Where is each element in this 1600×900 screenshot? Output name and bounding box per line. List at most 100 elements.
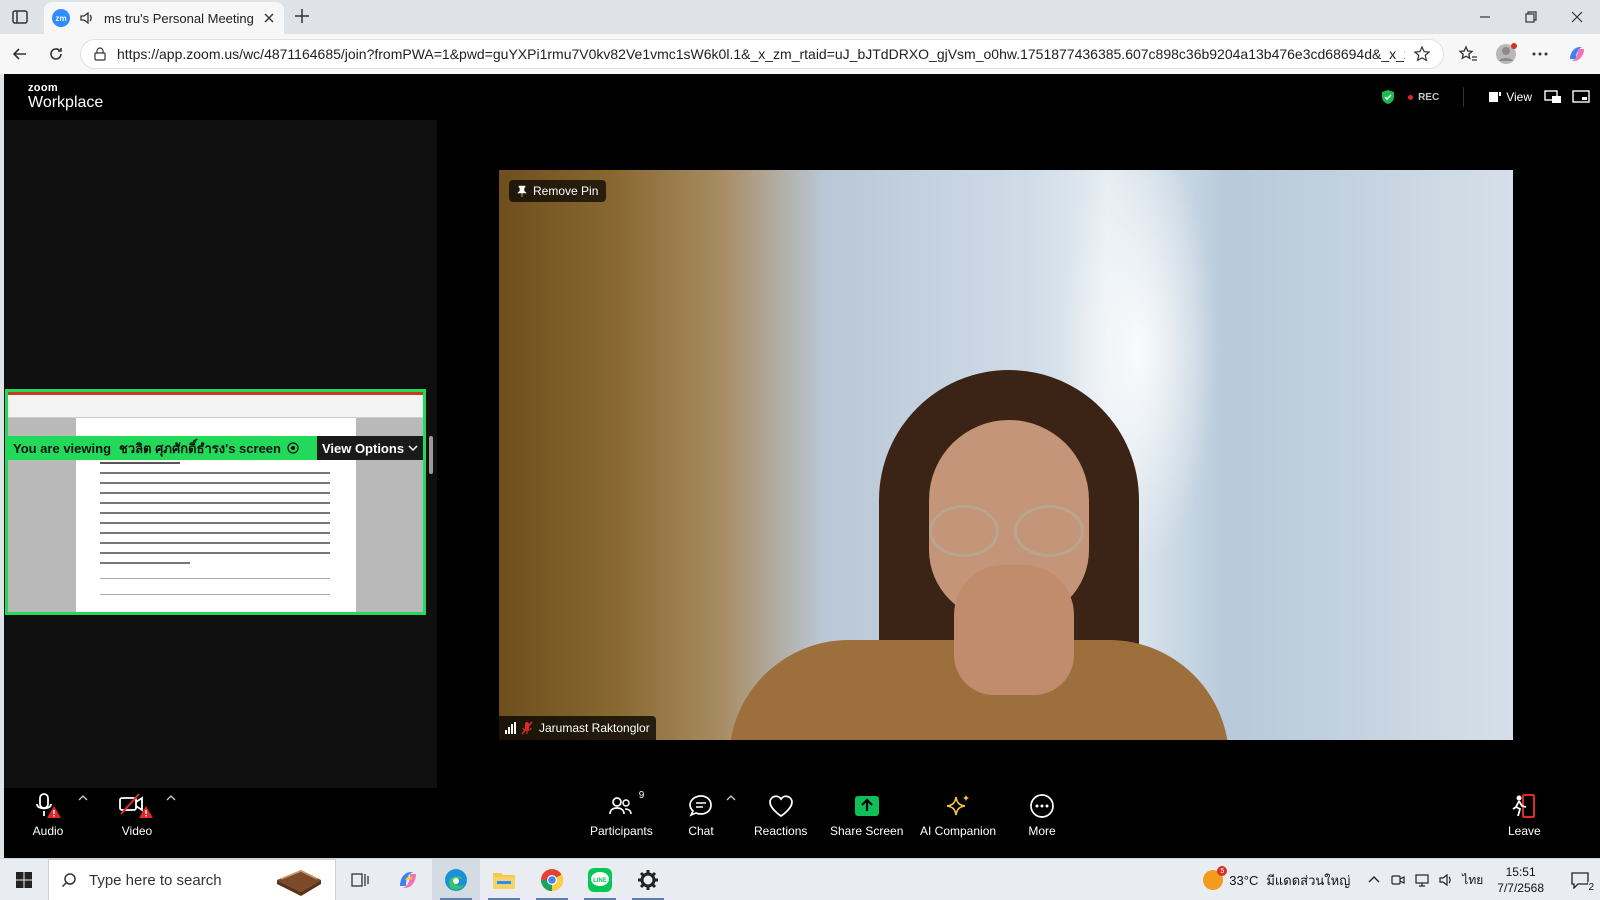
clock[interactable]: 15:51 7/7/2568	[1497, 864, 1544, 896]
pin-icon	[517, 185, 527, 197]
gallery-window-icon[interactable]	[1544, 89, 1562, 105]
network-icon[interactable]	[1414, 872, 1430, 888]
browser-toolbar: https://app.zoom.us/wc/4871164685/join?f…	[0, 34, 1600, 74]
edge-browser-icon	[445, 869, 467, 891]
audio-options-caret-icon[interactable]	[78, 794, 88, 802]
system-tray: 5 33°C มีแดดส่วนใหญ่ ไทย 15:51 7/7/2568 …	[1203, 859, 1600, 900]
sharing-indicator-icon	[287, 442, 299, 454]
taskbar-copilot[interactable]	[384, 859, 432, 900]
leave-button[interactable]: Leave	[1508, 792, 1541, 852]
chrome-icon	[541, 869, 563, 891]
svg-text:LINE: LINE	[593, 878, 607, 884]
weather-sun-icon: 5	[1203, 866, 1228, 890]
video-options-caret-icon[interactable]	[166, 794, 176, 802]
url-text: https://app.zoom.us/wc/4871164685/join?f…	[117, 46, 1405, 62]
favorites-icon[interactable]	[1458, 44, 1478, 64]
encryption-shield-icon[interactable]	[1380, 89, 1396, 105]
participants-count: 9	[638, 790, 645, 801]
line-app-icon: LINE	[588, 868, 612, 892]
taskbar-chrome[interactable]	[528, 859, 576, 900]
leave-door-icon	[1512, 794, 1536, 818]
signal-strength-icon	[505, 722, 517, 734]
video-button[interactable]: Video	[118, 792, 156, 852]
more-icon	[1030, 794, 1054, 818]
view-icon	[1489, 92, 1502, 102]
camera-off-warning-icon	[119, 793, 153, 818]
copilot-icon[interactable]	[1566, 43, 1588, 65]
more-options-icon[interactable]	[1530, 44, 1550, 64]
taskbar-file-explorer[interactable]	[480, 859, 528, 900]
microphone-warning-icon	[36, 793, 61, 818]
tab-title: ms tru's Personal Meeting Ro	[104, 10, 256, 26]
notification-center-button[interactable]: 2	[1560, 859, 1600, 900]
view-button[interactable]: View	[1488, 90, 1532, 104]
reactions-button[interactable]: Reactions	[754, 792, 807, 852]
new-tab-icon[interactable]	[292, 6, 312, 26]
panel-resize-handle[interactable]	[429, 436, 433, 474]
ai-sparkle-icon	[946, 795, 970, 816]
site-info-icon[interactable]	[93, 47, 107, 61]
zoom-favicon-icon: zm	[52, 9, 70, 27]
view-options-button[interactable]: View Options	[317, 436, 423, 460]
task-view-button[interactable]	[336, 859, 384, 900]
share-screen-button[interactable]: Share Screen	[830, 792, 903, 852]
minimize-icon[interactable]	[1476, 8, 1494, 26]
speaker-icon[interactable]	[78, 9, 96, 27]
start-button[interactable]	[0, 859, 48, 900]
browser-tab-active[interactable]: zm ms tru's Personal Meeting Ro	[44, 2, 284, 34]
remove-pin-button[interactable]: Remove Pin	[509, 180, 607, 202]
viewing-share-text: You are viewing ชวลิต ศุภศักดิ์ธำรง's sc…	[8, 438, 317, 459]
meeting-top-bar: REC View	[1380, 84, 1600, 110]
notification-icon	[1571, 872, 1589, 889]
document-ribbon	[8, 392, 423, 418]
search-highlight-image[interactable]	[271, 866, 327, 896]
favorite-star-icon[interactable]	[1413, 45, 1431, 63]
chevron-up-icon[interactable]	[1366, 872, 1382, 888]
folder-icon	[493, 873, 515, 889]
viewing-share-banner: You are viewing ชวลิต ศุภศักดิ์ธำรง's sc…	[8, 436, 423, 460]
muted-mic-icon	[521, 721, 533, 735]
participant-name-tag: Jarumast Raktonglor	[499, 716, 656, 740]
weather-widget[interactable]: 5 33°C มีแดดส่วนใหญ่	[1203, 866, 1350, 891]
windows-taskbar: Type here to search LINE 5 33°C มีแดดส่ว…	[0, 858, 1600, 900]
volume-icon[interactable]	[1438, 872, 1454, 888]
chevron-down-icon	[408, 445, 418, 452]
shared-screen-thumbnail[interactable]: You are viewing ชวลิต ศุภศักดิ์ธำรง's sc…	[5, 389, 426, 615]
chat-icon	[689, 795, 712, 817]
close-window-icon[interactable]	[1568, 8, 1586, 26]
taskbar-edge[interactable]	[432, 859, 480, 900]
input-language[interactable]: ไทย	[1462, 871, 1483, 890]
close-tab-icon[interactable]	[262, 11, 276, 25]
notification-count: 2	[1588, 882, 1594, 893]
windows-logo-icon	[16, 872, 32, 888]
meet-now-icon[interactable]	[1390, 872, 1406, 888]
share-screen-icon	[854, 796, 879, 816]
taskbar-line[interactable]: LINE	[576, 859, 624, 900]
recording-indicator[interactable]: REC	[1408, 92, 1439, 103]
taskbar-search[interactable]: Type here to search	[48, 859, 336, 900]
back-icon[interactable]	[10, 44, 30, 64]
gear-icon	[638, 870, 658, 890]
chat-options-caret-icon[interactable]	[726, 794, 736, 802]
fullscreen-icon[interactable]	[1572, 89, 1590, 105]
search-icon	[61, 873, 76, 888]
more-button[interactable]: More	[1028, 792, 1056, 852]
refresh-icon[interactable]	[46, 44, 66, 64]
meeting-controls: Audio Video 9 Participants Chat Reaction…	[4, 788, 1600, 858]
browser-tab-strip: zm ms tru's Personal Meeting Ro	[0, 0, 1600, 34]
zoom-workplace-logo: zoom Workplace	[28, 82, 104, 111]
zoom-app: zoom Workplace REC View You are viewing …	[4, 74, 1600, 858]
tab-actions-icon[interactable]	[10, 7, 30, 27]
taskbar-settings[interactable]	[624, 859, 672, 900]
copilot-icon	[400, 872, 416, 888]
profile-avatar-icon[interactable]	[1494, 42, 1518, 66]
restore-icon[interactable]	[1522, 8, 1540, 26]
ai-companion-button[interactable]: AI Companion	[920, 792, 996, 852]
shared-screen-panel: You are viewing ชวลิต ศุภศักดิ์ธำรง's sc…	[4, 120, 437, 788]
participants-icon	[609, 797, 633, 815]
address-bar[interactable]: https://app.zoom.us/wc/4871164685/join?f…	[80, 39, 1444, 69]
participants-button[interactable]: 9 Participants	[590, 790, 653, 852]
chat-button[interactable]: Chat	[688, 792, 714, 852]
pinned-video-tile[interactable]: Remove Pin Jarumast Raktonglor	[499, 170, 1513, 740]
audio-button[interactable]: Audio	[32, 792, 64, 852]
